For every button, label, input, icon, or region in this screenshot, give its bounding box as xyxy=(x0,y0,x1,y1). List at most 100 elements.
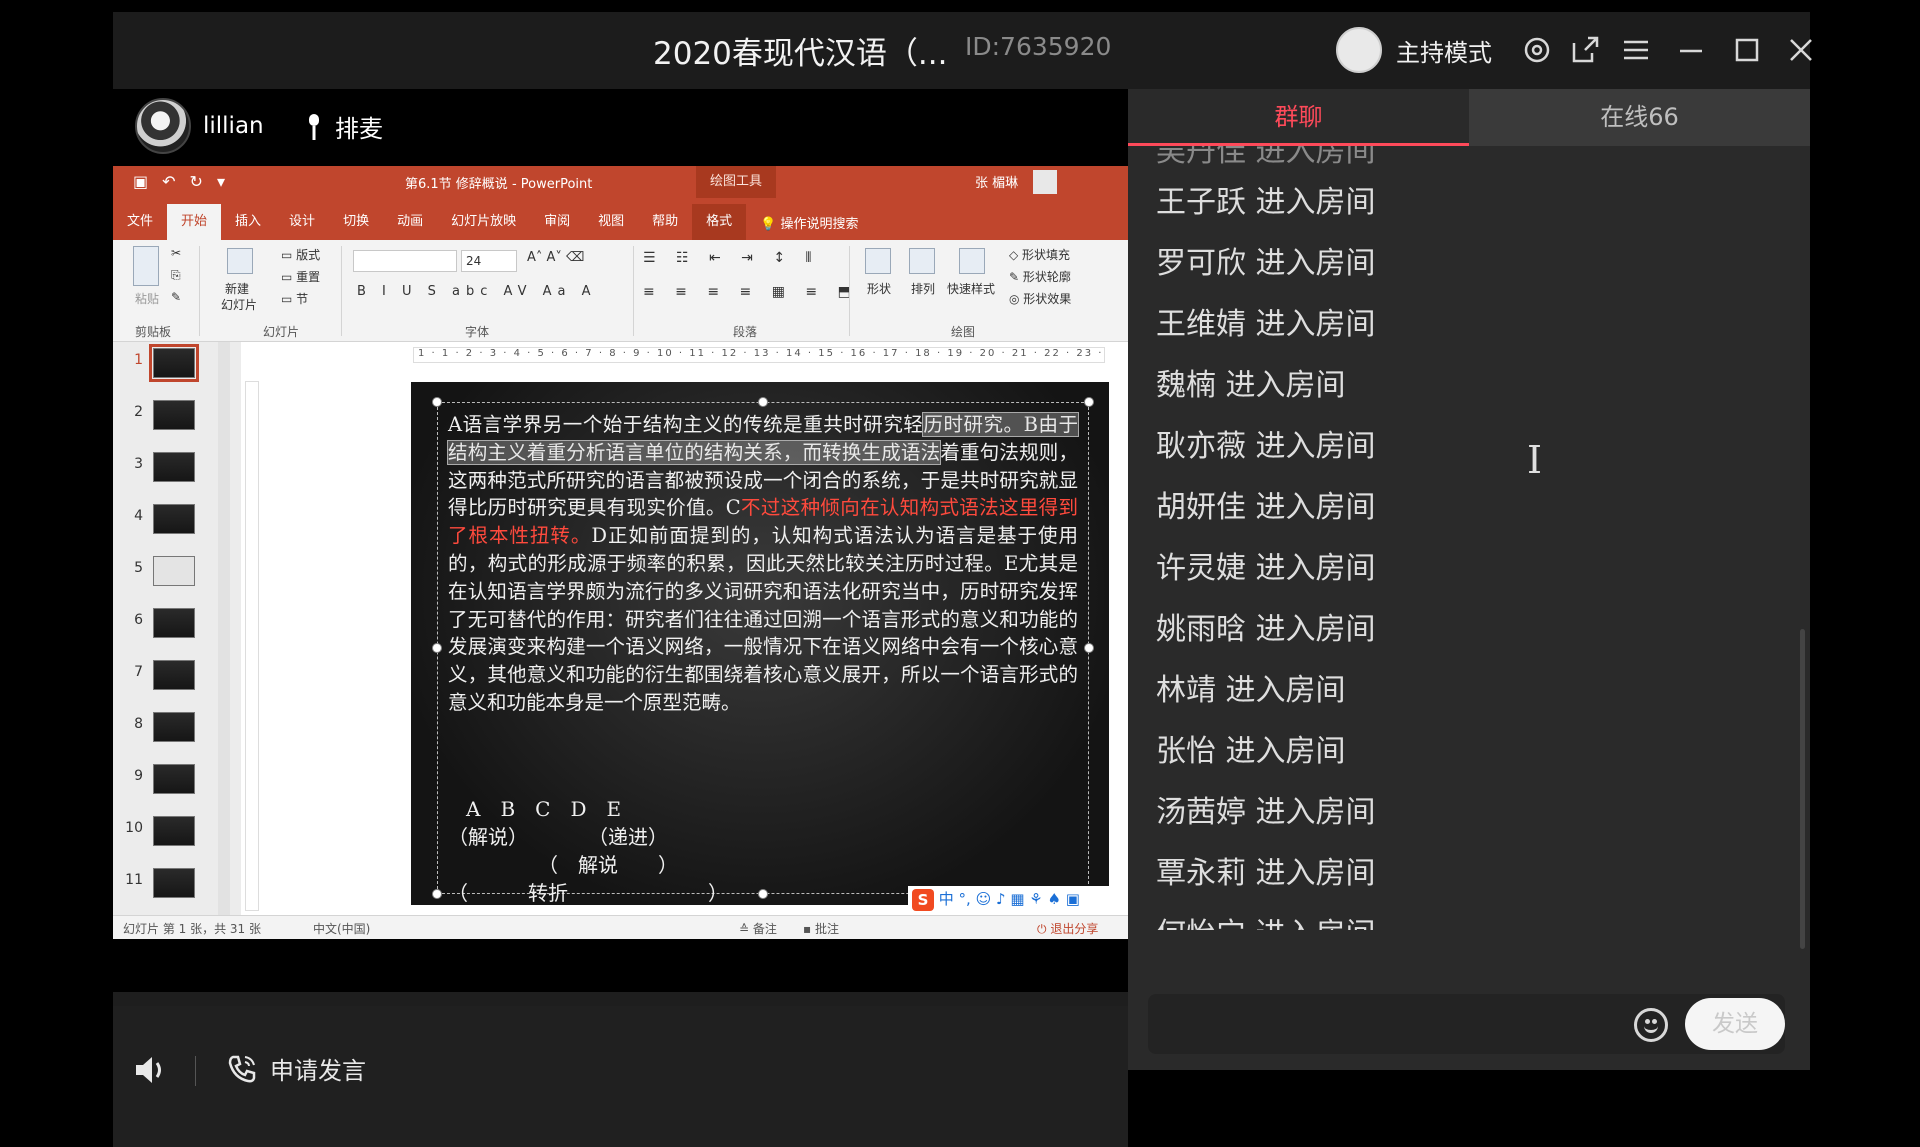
resize-handle[interactable] xyxy=(758,889,768,899)
thumbnail-image xyxy=(153,504,195,534)
align-icons[interactable]: ≡ ≡ ≡ ≡ ▦ ≡ ⬒ xyxy=(643,284,859,300)
tab-review[interactable]: 审阅 xyxy=(530,204,584,240)
send-button[interactable]: 发送 xyxy=(1685,998,1785,1050)
resize-handle[interactable] xyxy=(432,889,442,899)
redo-icon[interactable]: ↻ xyxy=(190,172,203,191)
request-speak-button[interactable]: 申请发言 xyxy=(226,1051,366,1086)
layout-button[interactable]: ▭ 版式 xyxy=(281,246,320,263)
exit-share-button[interactable]: ⏻ 退出分享 xyxy=(1037,920,1098,937)
ppt-title-area: ▣ ↶ ↻ ▾ 第6.1节 修辞概说 - PowerPoint 绘图工具 张 楣… xyxy=(113,166,1128,240)
settings-icon[interactable] xyxy=(1515,28,1559,72)
shapes-label[interactable]: 形状 xyxy=(867,280,891,297)
popout-icon[interactable] xyxy=(1563,28,1607,72)
quick-styles-icon[interactable] xyxy=(959,248,985,274)
mic-queue-button[interactable]: 排麦 xyxy=(303,109,383,144)
tell-me-search[interactable]: 💡 操作说明搜索 xyxy=(760,213,858,232)
customize-icon[interactable]: ▾ xyxy=(217,172,225,191)
menu-icon[interactable] xyxy=(1614,28,1658,72)
shape-outline-button[interactable]: ✎ 形状轮廓 xyxy=(1009,268,1071,285)
option-line-1: （解说） （递进） xyxy=(448,825,668,849)
font-name-field[interactable] xyxy=(353,250,457,272)
room-id: ID:7635920 xyxy=(965,32,1112,61)
exit-share-label: 退出分享 xyxy=(1050,922,1099,936)
resize-handle[interactable] xyxy=(1084,643,1094,653)
list-icons[interactable]: ☰ ☷ ⇤ ⇥ ↕ ⫴ xyxy=(643,250,819,266)
presenter-avatar xyxy=(135,98,191,154)
tab-animations[interactable]: 动画 xyxy=(383,204,437,240)
chat-message: 何怡宁 进入房间 xyxy=(1156,909,1376,930)
tab-online-users[interactable]: 在线66 xyxy=(1469,89,1810,146)
sogou-ime-icon: S xyxy=(912,888,934,911)
font-size-field[interactable]: 24 xyxy=(461,250,517,272)
thumbnail-scrollbar[interactable] xyxy=(218,342,230,915)
shape-effects-label: 形状效果 xyxy=(1023,292,1072,306)
font-grow-shrink-icons[interactable]: A˄ A˅ ⌫ xyxy=(527,250,584,265)
minimize-icon[interactable] xyxy=(1669,28,1713,72)
copy-icon[interactable]: ⎘ xyxy=(171,268,181,283)
close-icon[interactable] xyxy=(1779,28,1823,72)
resize-handle[interactable] xyxy=(432,397,442,407)
speaker-icon[interactable] xyxy=(133,1052,169,1088)
tab-help[interactable]: 帮助 xyxy=(638,204,692,240)
ribbon-divider xyxy=(849,246,850,336)
group-drawing: 绘图 xyxy=(951,325,976,339)
tab-slideshow[interactable]: 幻灯片放映 xyxy=(437,204,530,240)
tab-view[interactable]: 视图 xyxy=(584,204,638,240)
host-mode-label[interactable]: 主持模式 xyxy=(1396,33,1492,68)
request-speak-label: 申请发言 xyxy=(270,1057,366,1085)
resize-handle[interactable] xyxy=(1084,397,1094,407)
comments-button[interactable]: ▪ 批注 xyxy=(803,920,839,937)
save-icon[interactable]: ▣ xyxy=(133,172,148,191)
tab-home[interactable]: 开始 xyxy=(167,204,222,240)
font-style-icons[interactable]: B I U S abc AV Aa A xyxy=(357,284,597,299)
room-title: 2020春现代汉语（... xyxy=(653,36,948,72)
presenter-info: lillian xyxy=(135,95,264,157)
new-slide-icon[interactable] xyxy=(227,248,253,274)
tab-transitions[interactable]: 切换 xyxy=(329,204,383,240)
emoji-icon[interactable] xyxy=(1634,1008,1668,1042)
chat-message: 张怡 进入房间 xyxy=(1156,734,1346,769)
group-slides: 幻灯片 xyxy=(263,325,300,339)
section-button[interactable]: ▭ 节 xyxy=(281,290,308,307)
chat-message-list[interactable]: 吴丹佳 进入房间 王子跃 进入房间 罗可欣 进入房间 王维婧 进入房间 魏楠 进… xyxy=(1128,146,1810,930)
reset-button[interactable]: ▭ 重置 xyxy=(281,268,320,285)
slide-canvas[interactable]: A语言学界另一个始于结构主义的传统是重共时研究轻历时研究。B由于结构主义着重分析… xyxy=(411,382,1109,905)
shape-effects-button[interactable]: ◎ 形状效果 xyxy=(1009,290,1071,307)
notes-button[interactable]: ≙ 备注 xyxy=(739,920,777,937)
chat-message: 胡妍佳 进入房间 xyxy=(1156,490,1376,525)
resize-handle[interactable] xyxy=(758,397,768,407)
shape-fill-label: 形状填充 xyxy=(1022,248,1071,262)
format-painter-icon[interactable]: ✎ xyxy=(171,290,181,304)
tab-group-chat[interactable]: 群聊 xyxy=(1128,89,1469,146)
cut-icon[interactable]: ✂ xyxy=(171,246,181,260)
arrange-label[interactable]: 排列 xyxy=(911,280,935,297)
ime-toolbar[interactable]: S 中 °, ☺ ♪ ▦ ⚘ ♠ ▣ xyxy=(908,886,1128,912)
undo-icon[interactable]: ↶ xyxy=(162,172,175,191)
new-slide-label-2[interactable]: 幻灯片 xyxy=(221,296,257,313)
slide-text-box[interactable]: A语言学界另一个始于结构主义的传统是重共时研究轻历时研究。B由于结构主义着重分析… xyxy=(437,402,1089,905)
tab-design[interactable]: 设计 xyxy=(275,204,329,240)
ribbon-divider xyxy=(633,246,634,336)
maximize-icon[interactable] xyxy=(1725,28,1769,72)
tab-format[interactable]: 格式 xyxy=(692,204,747,240)
arrange-icon[interactable] xyxy=(909,248,935,274)
tab-file[interactable]: 文件 xyxy=(113,204,167,240)
resize-handle[interactable] xyxy=(432,643,442,653)
sentence-d-e: D正如前面提到的，认知构式语法认为语言是基于使用的，构式的形成源于频率的积累，因… xyxy=(448,524,1078,714)
ribbon: 粘贴 ✂ ⎘ ✎ 剪贴板 新建 幻灯片 ▭ 版式 ▭ 重置 ▭ 节 幻灯片 24… xyxy=(113,240,1128,342)
shape-fill-button[interactable]: ◇ 形状填充 xyxy=(1009,246,1070,263)
host-avatar[interactable] xyxy=(1336,27,1382,73)
chat-input[interactable] xyxy=(1158,1000,1618,1048)
paste-icon[interactable] xyxy=(133,246,159,286)
tab-insert[interactable]: 插入 xyxy=(221,204,275,240)
group-font: 字体 xyxy=(465,325,490,339)
shapes-icon[interactable] xyxy=(865,248,891,274)
ppt-user-avatar[interactable] xyxy=(1033,170,1057,194)
chat-message: 汤茜婷 进入房间 xyxy=(1156,795,1376,830)
chat-message: 许灵婕 进入房间 xyxy=(1156,551,1376,586)
thumbnail-image xyxy=(153,556,195,586)
notes-label: 备注 xyxy=(752,922,777,936)
quick-styles-label[interactable]: 快速样式 xyxy=(947,280,995,297)
new-slide-label[interactable]: 新建 xyxy=(225,280,249,297)
chat-scrollbar[interactable] xyxy=(1800,629,1805,949)
